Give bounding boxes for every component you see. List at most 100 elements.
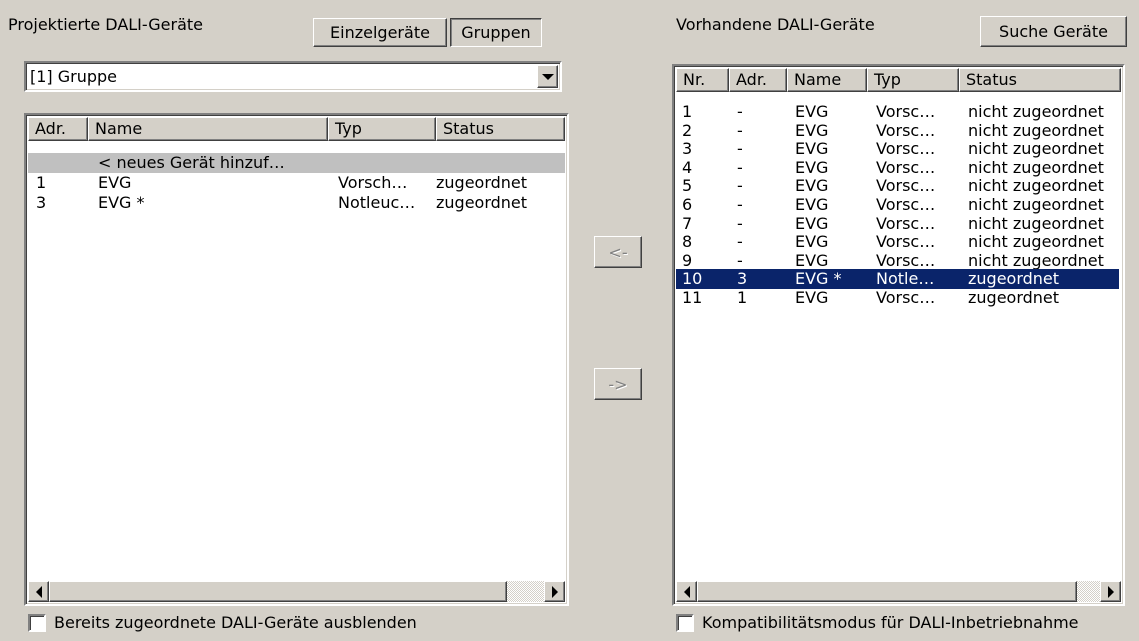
column-header-typ[interactable]: Typ <box>867 68 959 92</box>
cell-typ: Vorsc… <box>876 250 936 270</box>
cell-typ: Vorsch… <box>338 173 408 192</box>
cell-status: zugeordnet <box>436 193 528 212</box>
single-devices-button[interactable]: Einzelgeräte <box>313 18 447 47</box>
cell-adr: - <box>737 195 743 214</box>
cell-adr: - <box>737 176 743 196</box>
add-new-device-label: < neues Gerät hinzuf… <box>98 153 285 172</box>
cell-name: EVG <box>795 157 829 177</box>
cell-typ: Vorsc… <box>876 120 936 140</box>
cell-status: nicht zugeordnet <box>968 139 1104 159</box>
cell-status: zugeordnet <box>968 269 1060 289</box>
cell-status: nicht zugeordnet <box>968 213 1104 233</box>
cell-adr: - <box>737 139 743 159</box>
table-row[interactable]: 1 - EVG Vorsc… nicht zugeordnet <box>676 102 1119 122</box>
combobox-dropdown-button[interactable] <box>537 65 558 88</box>
arrow-right-icon <box>551 585 558 598</box>
table-row[interactable]: 3 - EVG Vorsc… nicht zugeordnet <box>676 139 1119 159</box>
group-combobox[interactable]: [1] Gruppe <box>24 61 562 92</box>
add-new-device-row[interactable]: < neues Gerät hinzuf… <box>28 153 565 173</box>
cell-typ: Vorsc… <box>876 213 936 233</box>
cell-typ: Vorsc… <box>876 139 936 159</box>
cell-name: EVG <box>795 102 829 121</box>
column-header-status[interactable]: Status <box>959 68 1121 92</box>
assign-left-button[interactable]: <- <box>594 236 642 268</box>
table-row[interactable]: 10 3 EVG * Notle… zugeordnet <box>676 269 1119 290</box>
arrow-left-icon <box>683 585 690 598</box>
cell-name: EVG <box>795 176 829 196</box>
cell-status: nicht zugeordnet <box>968 120 1104 140</box>
scroll-right-button[interactable] <box>544 581 565 602</box>
cell-typ: Notle… <box>876 269 935 289</box>
table-row[interactable]: 7 - EVG Vorsc… nicht zugeordnet <box>676 214 1119 234</box>
table-row[interactable]: 3 EVG * Notleuc… zugeordnet <box>28 193 565 213</box>
horizontal-scrollbar[interactable] <box>676 581 1121 602</box>
cell-name: EVG <box>795 213 829 233</box>
cell-name: EVG <box>795 120 829 140</box>
cell-status: nicht zugeordnet <box>968 157 1104 177</box>
compatibility-mode-label[interactable]: Kompatibilitätsmodus für DALI-Inbetriebn… <box>702 613 1079 633</box>
table-row[interactable]: 4 - EVG Vorsc… nicht zugeordnet <box>676 158 1119 178</box>
cell-name: EVG <box>795 288 829 307</box>
cell-nr: 7 <box>682 213 693 233</box>
cell-status: nicht zugeordnet <box>968 232 1104 252</box>
table-row[interactable]: 11 1 EVG Vorsc… zugeordnet <box>676 288 1119 308</box>
group-combobox-value: [1] Gruppe <box>30 67 118 86</box>
arrow-left-icon <box>35 585 42 598</box>
cell-typ: Vorsc… <box>876 288 936 307</box>
available-devices-list[interactable]: Nr. Adr. Name Typ Status 1 - EVG Vorsc… nich… <box>672 64 1125 606</box>
column-header-nr[interactable]: Nr. <box>676 68 729 92</box>
scrollbar-thumb[interactable] <box>49 581 507 602</box>
chevron-down-icon <box>541 73 554 80</box>
cell-status: nicht zugeordnet <box>968 250 1104 270</box>
cell-nr: 9 <box>682 250 693 270</box>
cell-name: EVG <box>795 232 829 252</box>
column-header-adr[interactable]: Adr. <box>729 68 787 92</box>
table-row[interactable]: 1 EVG Vorsch… zugeordnet <box>28 173 565 193</box>
table-row[interactable]: 5 - EVG Vorsc… nicht zugeordnet <box>676 176 1119 196</box>
scrollbar-track[interactable] <box>507 581 544 602</box>
table-row[interactable]: 8 - EVG Vorsc… nicht zugeordnet <box>676 232 1119 252</box>
table-row[interactable]: 2 - EVG Vorsc… nicht zugeordnet <box>676 121 1119 141</box>
cell-nr: 10 <box>682 269 703 289</box>
scrollbar-thumb[interactable] <box>697 581 1077 602</box>
hide-assigned-checkbox[interactable] <box>28 614 46 632</box>
cell-name: EVG <box>795 250 829 270</box>
column-header-adr[interactable]: Adr. <box>28 117 88 141</box>
cell-nr: 2 <box>682 120 693 140</box>
cell-status: nicht zugeordnet <box>968 102 1104 121</box>
cell-adr: 1 <box>737 288 748 307</box>
horizontal-scrollbar[interactable] <box>28 581 565 602</box>
cell-status: zugeordnet <box>436 173 528 192</box>
table-row[interactable]: 9 - EVG Vorsc… nicht zugeordnet <box>676 251 1119 271</box>
cell-adr: 3 <box>737 269 748 289</box>
projected-devices-list[interactable]: Adr. Name Typ Status < neues Gerät hinzu… <box>24 113 569 606</box>
cell-status: zugeordnet <box>968 288 1060 307</box>
arrow-right-icon <box>1107 585 1114 598</box>
cell-nr: 5 <box>682 176 693 196</box>
cell-adr: - <box>737 102 743 121</box>
scroll-left-button[interactable] <box>676 581 697 602</box>
cell-nr: 8 <box>682 232 693 252</box>
cell-typ: Notleuc… <box>338 193 416 212</box>
cell-nr: 1 <box>682 102 693 121</box>
cell-status: nicht zugeordnet <box>968 176 1104 196</box>
cell-adr: - <box>737 250 743 270</box>
cell-name: EVG <box>795 139 829 159</box>
scroll-right-button[interactable] <box>1100 581 1121 602</box>
table-row[interactable]: 6 - EVG Vorsc… nicht zugeordnet <box>676 195 1119 215</box>
scroll-left-button[interactable] <box>28 581 49 602</box>
cell-adr: 1 <box>36 173 47 192</box>
cell-nr: 3 <box>682 139 693 159</box>
assign-right-button[interactable]: -> <box>594 368 642 400</box>
column-header-status[interactable]: Status <box>436 117 565 141</box>
column-header-typ[interactable]: Typ <box>328 117 436 141</box>
groups-button[interactable]: Gruppen <box>450 18 542 47</box>
column-header-name[interactable]: Name <box>88 117 328 141</box>
search-devices-button[interactable]: Suche Geräte <box>980 16 1127 47</box>
scrollbar-track[interactable] <box>1077 581 1102 602</box>
column-header-name[interactable]: Name <box>787 68 867 92</box>
cell-adr: - <box>737 213 743 233</box>
compatibility-mode-checkbox[interactable] <box>676 614 694 632</box>
available-devices-title: Vorhandene DALI-Geräte <box>676 15 875 34</box>
hide-assigned-label[interactable]: Bereits zugeordnete DALI-Geräte ausblend… <box>54 613 417 633</box>
